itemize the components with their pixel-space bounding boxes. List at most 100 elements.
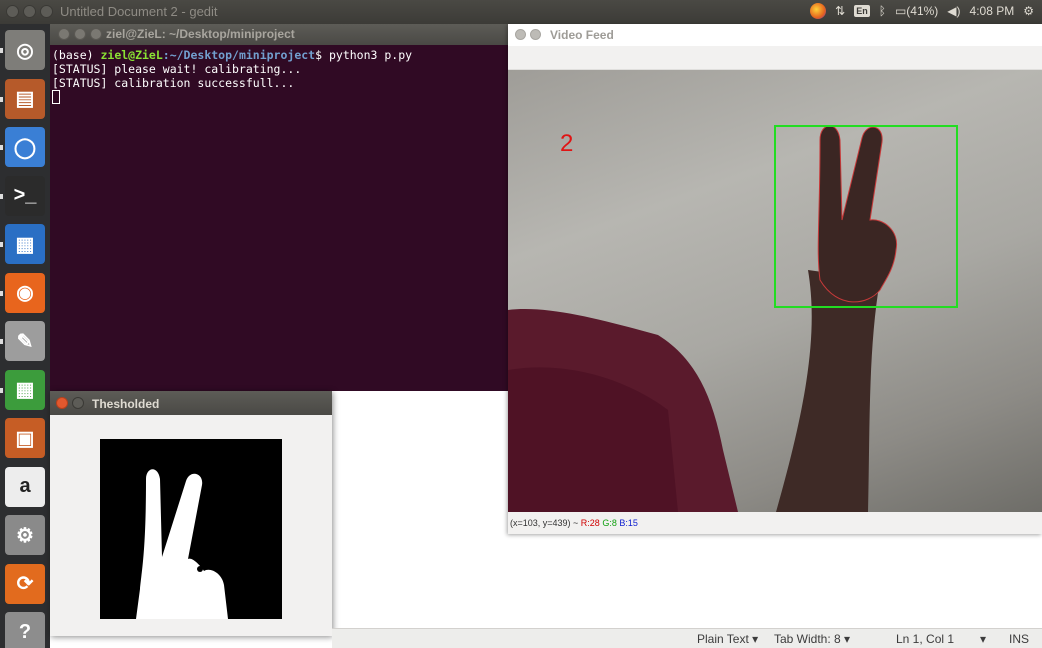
threshold-mask — [136, 469, 228, 619]
tab-width-label: Tab Width: 8 — [774, 632, 841, 646]
chevron-down-icon: ▾ — [844, 632, 851, 646]
chromium-icon: ◯ — [13, 136, 37, 159]
terminal-output[interactable]: (base) ziel@ZieL:~/Desktop/miniproject$ … — [50, 45, 508, 107]
impress-slides-icon: ▣ — [15, 427, 35, 450]
video-feed-toolbar — [508, 46, 1042, 70]
launcher-item-files[interactable]: ▤ — [5, 78, 45, 119]
terminal-icon: >_ — [13, 184, 37, 206]
launcher: ◎ ▤ ◯ >_ ▦ ◉ ✎ ▦ ▣ a ⚙ ⟳? — [0, 24, 50, 648]
prompt-path: :~/Desktop/miniproject — [162, 48, 316, 62]
launcher-running-pip — [0, 290, 3, 296]
launcher-running-pip — [0, 48, 3, 53]
finger-count-label: 2 — [560, 130, 574, 157]
threshold-image — [100, 439, 282, 619]
pixel-green-value: G:8 — [602, 518, 617, 528]
threshold-gap — [197, 566, 203, 572]
video-feed-close-button[interactable] — [515, 29, 526, 40]
video-feed-window[interactable]: Video Feed 2 (x=103, y=439) ~ R:28 G:8 B… — [508, 24, 1042, 534]
gedit-editor-area[interactable] — [332, 391, 508, 628]
volume-icon[interactable]: ◀) — [947, 4, 960, 18]
threshold-hand-silhouette — [136, 469, 228, 619]
settings-gear-icon: ⚙ — [16, 524, 34, 547]
video-feed-statusbar: (x=103, y=439) ~ R:28 G:8 B:15 — [508, 512, 1042, 534]
tab-width-selector[interactable]: Tab Width: 8 ▾ — [774, 632, 850, 646]
chevron-down-icon: ▾ — [752, 632, 759, 646]
indicator-area: ⇅ En ᛒ ▭ (41%) ◀) 4:08 PM ⚙ — [810, 3, 1034, 19]
prompt-symbol: $ — [315, 48, 329, 62]
clock[interactable]: 4:08 PM — [970, 4, 1015, 18]
terminal-maximize-button[interactable] — [90, 28, 102, 40]
terminal-line: [STATUS] please wait! calibrating... — [52, 62, 302, 76]
window-controls — [6, 5, 53, 18]
launcher-item-software-updater[interactable]: ⟳ — [5, 563, 45, 604]
launcher-running-pip — [0, 387, 3, 393]
video-feed-minimize-button[interactable] — [530, 29, 541, 40]
terminal-window[interactable]: ziel@ZieL: ~/Desktop/miniproject (base) … — [50, 24, 508, 391]
maximize-window-button[interactable] — [40, 5, 53, 18]
battery-icon: ▭ — [894, 4, 907, 18]
launcher-item-ubuntu-dash[interactable]: ◎ — [5, 30, 45, 70]
close-window-button[interactable] — [6, 5, 19, 18]
launcher-running-pip — [0, 193, 3, 199]
threshold-window[interactable]: Thesholded — [50, 391, 332, 636]
threshold-titlebar[interactable]: Thesholded — [50, 391, 332, 415]
camera-frame[interactable]: 2 — [508, 70, 1042, 512]
launcher-item-firefox[interactable]: ◉ — [5, 272, 45, 313]
terminal-titlebar[interactable]: ziel@ZieL: ~/Desktop/miniproject — [50, 24, 508, 45]
launcher-item-chromium[interactable]: ◯ — [5, 127, 45, 167]
updater-icon: ⟳ — [16, 573, 34, 595]
language-label: Plain Text — [697, 632, 749, 646]
network-updown-icon[interactable]: ⇅ — [835, 4, 845, 18]
gedit-editor-area-right[interactable] — [508, 534, 1042, 628]
launcher-running-pip — [0, 96, 3, 102]
launcher-item-libreoffice-writer[interactable]: ▦ — [5, 224, 45, 264]
language-selector[interactable]: Plain Text ▾ — [697, 632, 758, 646]
battery-percent: (41%) — [906, 4, 939, 18]
pixel-red-value: R:28 — [580, 518, 600, 528]
launcher-running-pip — [0, 145, 3, 150]
firefox-icon: ◉ — [16, 282, 34, 304]
minimize-window-button[interactable] — [23, 5, 36, 18]
chevron-down-icon[interactable]: ▾ — [980, 632, 986, 646]
video-feed-titlebar[interactable]: Video Feed — [508, 24, 1042, 46]
launcher-item-system-settings[interactable]: ⚙ — [5, 515, 45, 555]
gear-icon[interactable]: ⚙ — [1023, 4, 1034, 18]
threshold-close-button[interactable] — [56, 397, 68, 409]
terminal-minimize-button[interactable] — [74, 28, 86, 40]
gedit-statusbar: Plain Text ▾ Tab Width: 8 ▾ Ln 1, Col 1 … — [332, 628, 1042, 648]
threshold-title: Thesholded — [92, 397, 160, 411]
launcher-item-text-editor[interactable]: ✎ — [5, 321, 45, 361]
battery-indicator[interactable]: ▭ (41%) — [895, 4, 938, 18]
text-editor-icon: ✎ — [16, 330, 34, 353]
calc-sheet-icon: ▦ — [15, 379, 35, 401]
pixel-coords: (x=103, y=439) ~ — [510, 518, 581, 528]
region-of-interest-box — [774, 125, 958, 308]
top-panel: Untitled Document 2 - gedit ⇅ En ᛒ ▭ (41… — [0, 0, 1042, 24]
active-window-title: Untitled Document 2 - gedit — [60, 4, 218, 19]
launcher-running-pip — [0, 242, 3, 247]
insert-mode[interactable]: INS — [1009, 632, 1029, 646]
pixel-blue-value: B:15 — [619, 518, 638, 528]
help-icon: ? — [18, 620, 32, 643]
terminal-close-button[interactable] — [58, 28, 70, 40]
file-cabinet-icon: ▤ — [15, 88, 35, 110]
keyboard-layout-indicator[interactable]: En — [854, 5, 870, 17]
launcher-item-help[interactable]: ? — [5, 612, 45, 648]
firefox-indicator-icon[interactable] — [810, 3, 827, 19]
cursor-position[interactable]: Ln 1, Col 1 — [896, 632, 954, 646]
terminal-command: python3 p.py — [328, 48, 413, 62]
launcher-running-pip — [0, 339, 3, 344]
ubuntu-logo-icon: ◎ — [16, 39, 34, 62]
terminal-line: [STATUS] calibration successfull... — [52, 76, 295, 90]
launcher-item-terminal[interactable]: >_ — [5, 175, 45, 216]
amazon-icon: a — [19, 475, 31, 497]
launcher-item-libreoffice-impress[interactable]: ▣ — [5, 418, 45, 458]
launcher-item-libreoffice-calc[interactable]: ▦ — [5, 369, 45, 410]
video-feed-title: Video Feed — [550, 28, 614, 42]
terminal-cursor — [52, 90, 60, 104]
launcher-item-amazon[interactable]: a — [5, 466, 45, 507]
threshold-minimize-button[interactable] — [72, 397, 84, 409]
bluetooth-icon[interactable]: ᛒ — [879, 4, 886, 18]
terminal-title: ziel@ZieL: ~/Desktop/miniproject — [106, 27, 295, 41]
prompt-user: ziel@ZieL — [100, 48, 163, 62]
